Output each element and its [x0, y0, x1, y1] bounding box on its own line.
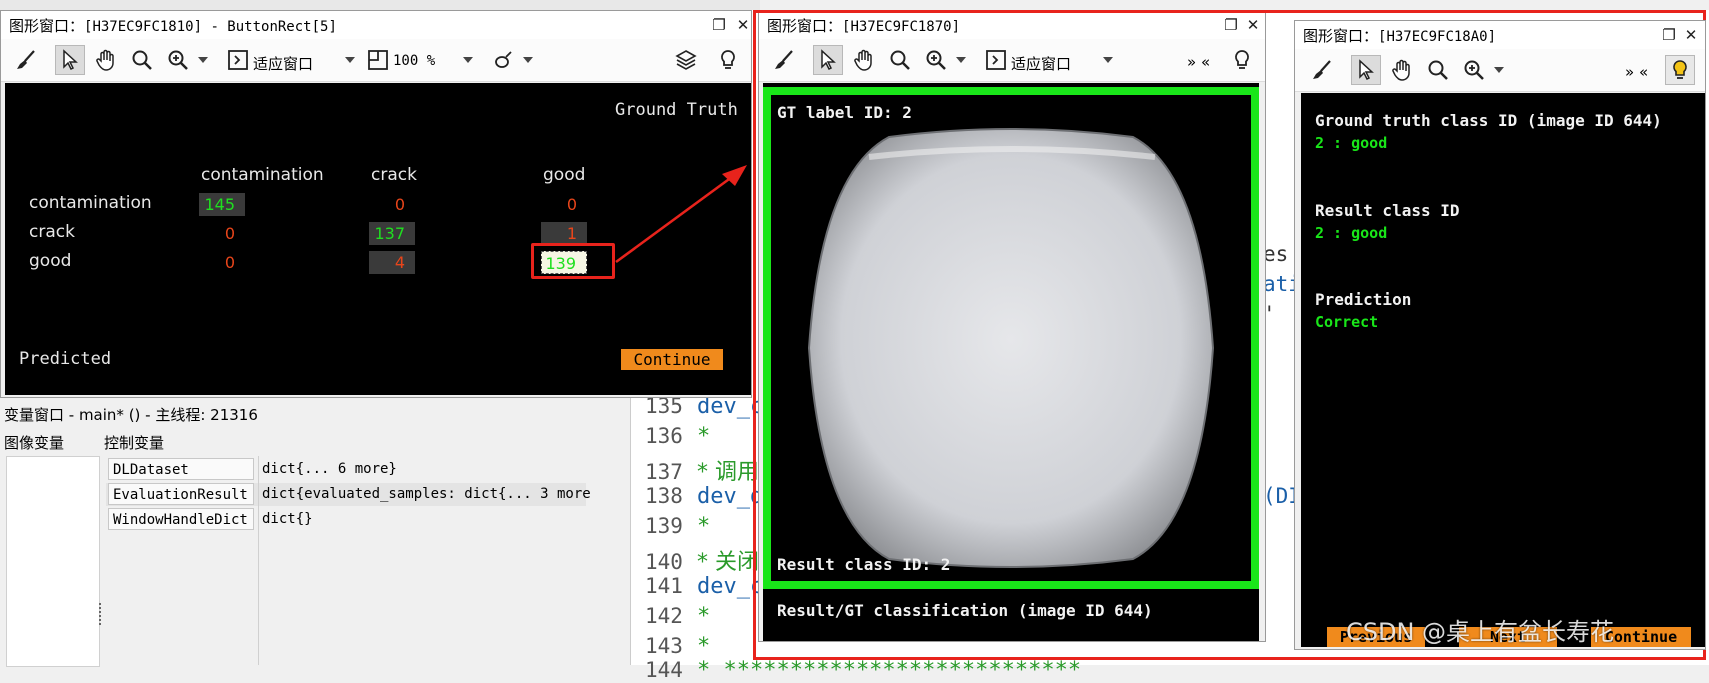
shape-draw-icon[interactable] — [489, 45, 519, 75]
window-titlebar[interactable]: 图形窗口：[H37EC9FC1810] - ButtonRect[5] ❐ ✕ — [1, 11, 751, 39]
control-variables-table: DLDataset dict{... 6 more} EvaluationRes… — [106, 456, 630, 665]
code-line: 141 dev_c — [645, 574, 764, 599]
restore-icon[interactable]: ❐ — [709, 15, 729, 35]
zoom-mode-label[interactable]: 适应窗口 — [253, 53, 313, 74]
ground-truth-label: Ground Truth — [615, 100, 738, 120]
code-line: 138 dev_d — [645, 484, 764, 509]
hand-pan-icon[interactable] — [91, 45, 121, 75]
code-line: 137 * 调用 — [645, 460, 759, 485]
variable-value: dict{} — [262, 511, 313, 527]
matrix-column-header: contamination — [201, 165, 324, 185]
prediction-heading: Prediction — [1315, 290, 1412, 309]
window-title: 图形窗口：[H37EC9FC1810] - ButtonRect[5] — [9, 16, 337, 35]
code-line: 136 * — [645, 424, 711, 449]
variables-panel: 变量窗口 - main* () - 主线程: 21316 图像变量 控制变量 D… — [0, 398, 630, 667]
matrix-cell: 145 — [199, 193, 245, 216]
variable-row[interactable]: EvaluationResult dict{evaluated_samples:… — [106, 483, 591, 506]
overflow-chevrons-icon[interactable]: » « — [1625, 63, 1648, 81]
matrix-column-header: crack — [371, 165, 417, 185]
matrix-cell: 137 — [369, 222, 415, 245]
variable-name: DLDataset — [108, 458, 254, 480]
matrix-row-label: contamination — [29, 193, 152, 213]
close-icon[interactable]: ✕ — [733, 15, 751, 35]
variable-value: dict{... 6 more} — [262, 461, 397, 477]
pointer-icon[interactable] — [1351, 55, 1381, 85]
lightbulb-icon[interactable] — [713, 45, 743, 75]
code-line: 144 * *************************** — [645, 658, 1082, 683]
result-class-value: 2 : good — [1315, 224, 1388, 242]
gt-class-heading: Ground truth class ID (image ID 644) — [1315, 111, 1662, 130]
matrix-cell: 0 — [224, 224, 235, 243]
splitter-handle[interactable] — [99, 603, 104, 625]
result-class-heading: Result class ID — [1315, 201, 1460, 220]
pointer-icon[interactable] — [55, 45, 85, 75]
matrix-row-label: crack — [29, 222, 75, 242]
matrix-cell: 0 — [224, 253, 235, 272]
lightbulb-icon[interactable] — [1665, 55, 1695, 85]
matrix-column-header: good — [543, 165, 586, 185]
magnifier-icon[interactable] — [1423, 55, 1453, 85]
info-canvas[interactable]: Ground truth class ID (image ID 644) 2 :… — [1301, 93, 1705, 647]
variable-value: dict{evaluated_samples: dict{... 3 more — [262, 486, 591, 502]
matrix-cell: 0 — [394, 195, 405, 214]
graphics-window-info: 图形窗口：[H37EC9FC18A0] ❐ ✕ » « Ground truth… — [1294, 20, 1706, 650]
gt-class-value: 2 : good — [1315, 134, 1388, 152]
window-titlebar[interactable]: 图形窗口：[H37EC9FC18A0] ❐ ✕ — [1295, 21, 1705, 49]
column-divider — [258, 456, 259, 665]
hand-pan-icon[interactable] — [1387, 55, 1417, 85]
watermark: CSDN @桌上有盆长寿花 — [1346, 618, 1615, 646]
prediction-value: Correct — [1315, 313, 1379, 331]
variable-row[interactable]: DLDataset dict{... 6 more} — [106, 458, 586, 481]
code-line: 142 * — [645, 604, 711, 629]
chevron-down-icon[interactable] — [198, 57, 208, 63]
restore-icon[interactable]: ❐ — [1659, 25, 1679, 45]
predicted-label: Predicted — [19, 349, 112, 369]
window-toolbar: » « — [1295, 49, 1705, 92]
fit-window-icon[interactable] — [223, 45, 253, 75]
window-title: 图形窗口：[H37EC9FC18A0] — [1303, 26, 1497, 45]
tab-image-variables[interactable]: 图像变量 — [4, 432, 64, 453]
window-toolbar: 适应窗口 100 % — [1, 39, 751, 82]
variables-panel-title: 变量窗口 - main* () - 主线程: 21316 — [4, 406, 258, 424]
layers-icon[interactable] — [671, 45, 701, 75]
matrix-row-label: good — [29, 251, 72, 271]
close-icon[interactable]: ✕ — [1681, 25, 1701, 45]
zoom-in-icon[interactable] — [163, 45, 193, 75]
chevron-down-icon[interactable] — [1494, 67, 1504, 73]
variable-row[interactable]: WindowHandleDict dict{} — [106, 508, 586, 531]
magnifier-icon[interactable] — [127, 45, 157, 75]
zoom-percent-value[interactable]: 100 % — [393, 53, 435, 69]
chevron-down-icon[interactable] — [463, 57, 473, 63]
variable-name: EvaluationResult — [108, 483, 254, 505]
clear-brush-icon[interactable] — [11, 45, 41, 75]
annotation-arrow — [615, 165, 747, 264]
continue-button[interactable]: Continue — [621, 349, 723, 370]
image-variables-list[interactable] — [6, 456, 100, 667]
code-line: 143 * — [645, 634, 711, 659]
variable-name: WindowHandleDict — [108, 508, 254, 530]
tab-control-variables[interactable]: 控制变量 — [104, 432, 164, 453]
matrix-cell: 1 — [541, 222, 587, 245]
matrix-cell: 0 — [566, 195, 577, 214]
zoom-in-icon[interactable] — [1459, 55, 1489, 85]
matrix-cell: 4 — [369, 251, 415, 274]
code-line: 139 * — [645, 514, 711, 539]
chevron-down-icon[interactable] — [523, 57, 533, 63]
chevron-down-icon[interactable] — [345, 57, 355, 63]
clear-brush-icon[interactable] — [1307, 55, 1337, 85]
code-line: 140 * 关闭 — [645, 550, 759, 575]
zoom-percent-icon[interactable] — [363, 45, 393, 75]
